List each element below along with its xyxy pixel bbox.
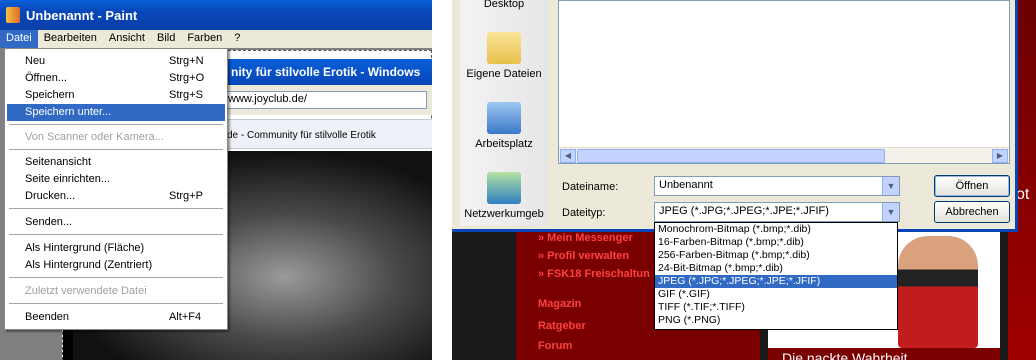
menu-separator <box>9 208 223 209</box>
menu-ansicht[interactable]: Ansicht <box>103 30 151 48</box>
filetype-option[interactable]: GIF (*.GIF) <box>655 288 897 301</box>
paint-title: Unbenannt - Paint <box>26 7 138 23</box>
filetype-option[interactable]: PNG (*.PNG) <box>655 314 897 327</box>
menu-item-label: Beenden <box>25 311 70 323</box>
paint-menubar: Datei Bearbeiten Ansicht Bild Farben ? <box>0 30 432 48</box>
menu-item-label: Drucken... <box>25 190 76 202</box>
menu-separator <box>9 124 223 125</box>
filetype-dropdown-list: Monochrom-Bitmap (*.bmp;*.dib) 16-Farben… <box>654 222 898 330</box>
menu-item-shortcut: Strg+P <box>169 190 203 202</box>
menu-help[interactable]: ? <box>228 30 246 48</box>
menu-item-beenden[interactable]: Beenden Alt+F4 <box>7 309 225 326</box>
save-as-dialog: Desktop Eigene Dateien Arbeitsplatz Netz… <box>452 0 1018 232</box>
menu-item-senden[interactable]: Senden... <box>7 214 225 231</box>
menu-farben[interactable]: Farben <box>181 30 228 48</box>
filetype-select[interactable]: JPEG (*.JPG;*.JPEG;*.JPE;*.JFIF) ▼ <box>654 202 900 222</box>
menu-item-label: Seitenansicht <box>25 156 92 168</box>
open-button[interactable]: Öffnen <box>934 175 1010 197</box>
menu-bearbeiten[interactable]: Bearbeiten <box>38 30 103 48</box>
menu-item-label: Als Hintergrund (Zentriert) <box>25 259 153 271</box>
place-label: Desktop <box>483 0 525 10</box>
chevron-down-icon[interactable]: ▼ <box>882 177 899 195</box>
menu-item-oeffnen[interactable]: Öffnen... Strg+O <box>7 70 225 87</box>
place-label: Netzwerkumgeb <box>464 208 544 220</box>
menu-item-label: Zuletzt verwendete Datei <box>25 285 147 297</box>
menu-item-hintergrund-zentriert[interactable]: Als Hintergrund (Zentriert) <box>7 257 225 274</box>
places-bar: Desktop Eigene Dateien Arbeitsplatz Netz… <box>460 0 548 226</box>
right-column-text: ot <box>1016 186 1030 203</box>
filetype-label: Dateityp: <box>562 207 606 219</box>
site-link-fsk18[interactable]: » FSK18 Freischaltun <box>538 268 650 280</box>
menu-item-speichern-unter[interactable]: Speichern unter... <box>7 104 225 121</box>
menu-item-label: Als Hintergrund (Fläche) <box>25 242 145 254</box>
filename-field[interactable]: Unbenannt ▼ <box>654 176 900 196</box>
place-label: Arbeitsplatz <box>475 138 533 150</box>
banner-person-image <box>898 236 978 348</box>
menu-item-scanner: Von Scanner oder Kamera... <box>7 129 225 146</box>
computer-icon <box>487 102 521 134</box>
site-section-magazin[interactable]: Magazin <box>538 298 581 310</box>
site-section-ratgeber[interactable]: Ratgeber <box>538 320 586 332</box>
horizontal-scrollbar[interactable]: ◀ ▶ <box>559 147 1009 163</box>
network-icon <box>487 172 521 204</box>
menu-separator <box>9 234 223 235</box>
chevron-down-icon[interactable]: ▼ <box>882 203 899 221</box>
menu-item-shortcut: Alt+F4 <box>169 311 202 323</box>
filename-value: Unbenannt <box>659 179 713 191</box>
menu-item-zuletzt: Zuletzt verwendete Datei <box>7 283 225 300</box>
menu-datei[interactable]: Datei <box>0 30 38 48</box>
menu-bild[interactable]: Bild <box>151 30 181 48</box>
menu-item-label: Von Scanner oder Kamera... <box>25 131 164 143</box>
menu-item-label: Senden... <box>25 216 73 228</box>
filetype-option[interactable]: 16-Farben-Bitmap (*.bmp;*.dib) <box>655 236 897 249</box>
panel-divider <box>432 0 452 360</box>
menu-item-shortcut: Strg+N <box>169 55 204 67</box>
folder-icon <box>487 32 521 64</box>
paint-app-icon <box>6 7 20 23</box>
menu-separator <box>9 149 223 150</box>
place-desktop[interactable]: Desktop <box>460 0 548 10</box>
menu-item-speichern[interactable]: Speichern Strg+S <box>7 87 225 104</box>
filetype-option[interactable]: TIFF (*.TIF;*.TIFF) <box>655 301 897 314</box>
menu-separator <box>9 277 223 278</box>
menu-item-neu[interactable]: Neu Strg+N <box>7 53 225 70</box>
filetype-option-selected[interactable]: JPEG (*.JPG;*.JPEG;*.JPE;*.JFIF) <box>655 275 897 288</box>
paint-window: Unbenannt - Paint Datei Bearbeiten Ansic… <box>0 0 432 360</box>
place-netzwerk[interactable]: Netzwerkumgeb <box>460 172 548 220</box>
menu-item-drucken[interactable]: Drucken... Strg+P <box>7 188 225 205</box>
paint-titlebar[interactable]: Unbenannt - Paint <box>0 0 432 30</box>
datei-menu: Neu Strg+N Öffnen... Strg+O Speichern Strg+… <box>4 48 228 330</box>
site-section-forum[interactable]: Forum <box>538 340 572 352</box>
menu-separator <box>9 303 223 304</box>
cancel-button[interactable]: Abbrechen <box>934 201 1010 223</box>
menu-item-label: Speichern <box>25 89 75 101</box>
menu-item-label: Seite einrichten... <box>25 173 110 185</box>
filename-label: Dateiname: <box>562 181 619 193</box>
filetype-value: JPEG (*.JPG;*.JPEG;*.JPE;*.JFIF) <box>659 205 829 217</box>
menu-item-label: Speichern unter... <box>25 106 112 118</box>
scroll-left-icon[interactable]: ◀ <box>560 149 576 163</box>
filetype-option[interactable]: 24-Bit-Bitmap (*.bmp;*.dib) <box>655 262 897 275</box>
menu-item-shortcut: Strg+O <box>169 72 205 84</box>
scroll-right-icon[interactable]: ▶ <box>992 149 1008 163</box>
place-label: Eigene Dateien <box>466 68 542 80</box>
menu-item-label: Öffnen... <box>25 72 67 84</box>
file-list[interactable]: ◀ ▶ <box>558 0 1010 164</box>
address-input: www.joyclub.de/ <box>223 91 427 109</box>
menu-item-hintergrund-flaeche[interactable]: Als Hintergrund (Fläche) <box>7 240 225 257</box>
menu-item-shortcut: Strg+S <box>169 89 203 101</box>
scrollbar-thumb[interactable] <box>577 149 885 163</box>
site-link-messenger[interactable]: » Mein Messenger <box>538 232 633 244</box>
save-dialog-screenshot: » Mein Messenger » Profil verwalten » FS… <box>452 0 1036 360</box>
site-link-profil[interactable]: » Profil verwalten <box>538 250 629 262</box>
place-arbeitsplatz[interactable]: Arbeitsplatz <box>460 102 548 150</box>
filetype-option[interactable]: 256-Farben-Bitmap (*.bmp;*.dib) <box>655 249 897 262</box>
place-eigene-dateien[interactable]: Eigene Dateien <box>460 32 548 80</box>
menu-item-seite-einrichten[interactable]: Seite einrichten... <box>7 171 225 188</box>
menu-item-seitenansicht[interactable]: Seitenansicht <box>7 154 225 171</box>
filetype-option[interactable]: Monochrom-Bitmap (*.bmp;*.dib) <box>655 223 897 236</box>
menu-item-label: Neu <box>25 55 46 67</box>
banner-caption: Die nackte Wahrheit <box>768 348 1000 360</box>
